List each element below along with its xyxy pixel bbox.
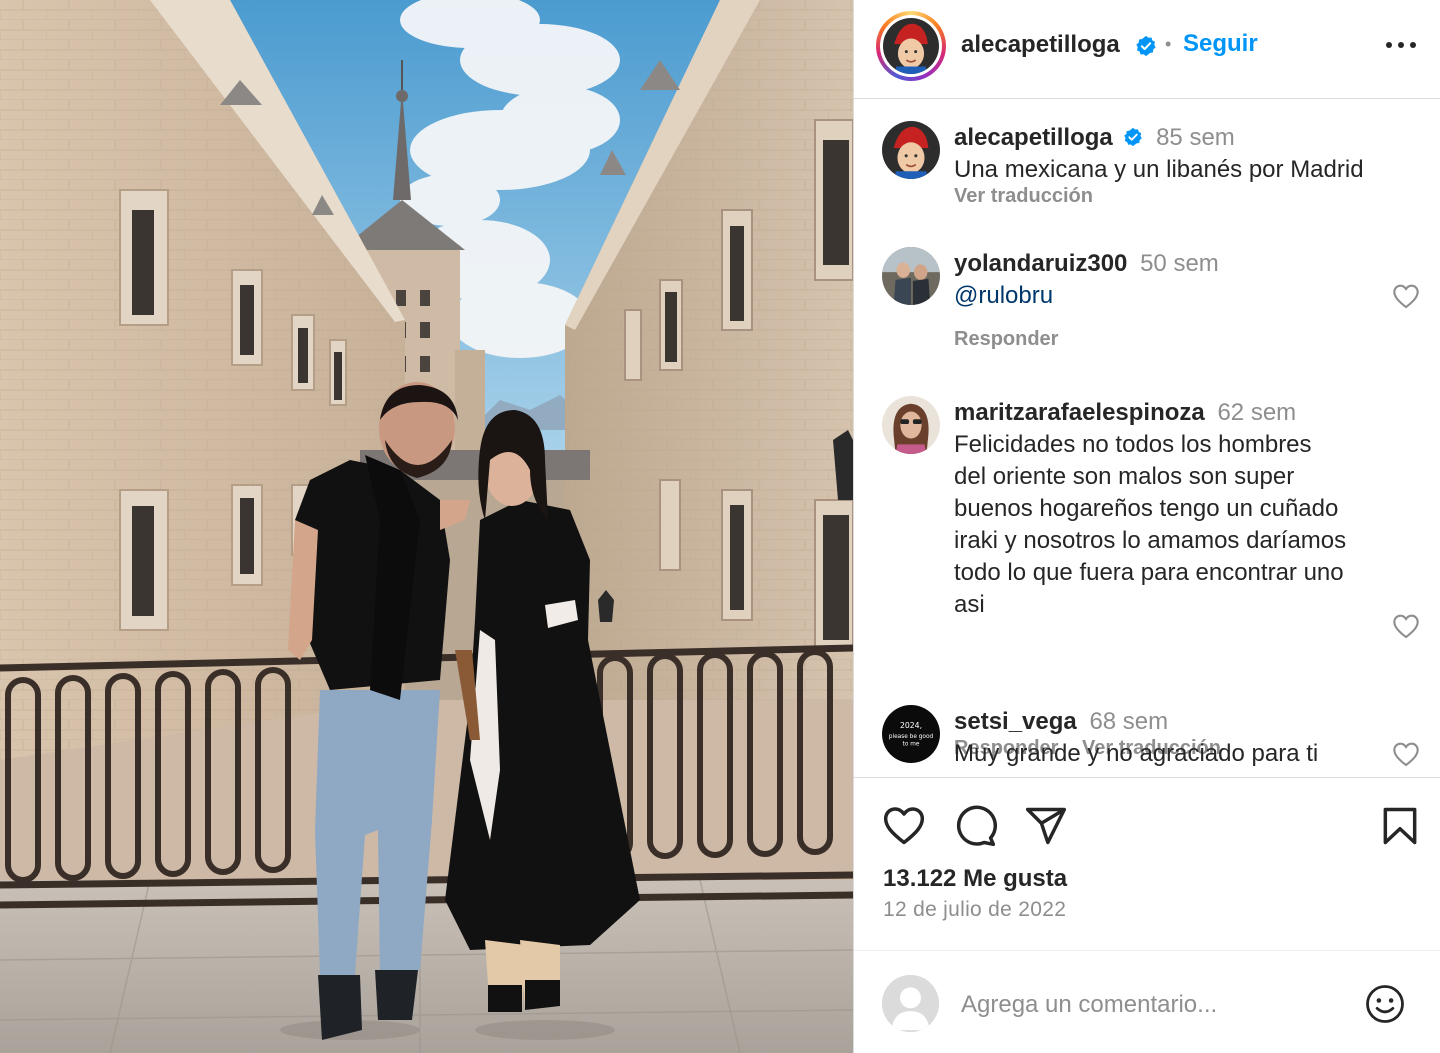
post-photo[interactable]: [0, 0, 853, 1053]
author-avatar[interactable]: [883, 18, 939, 74]
comment-text-line: del oriente son malos son super: [954, 463, 1295, 490]
follow-button[interactable]: Seguir: [1183, 30, 1258, 58]
comment-time[interactable]: 68 sem: [1089, 708, 1168, 735]
likes-count[interactable]: 13.122 Me gusta: [883, 865, 1067, 893]
post-actions: 13.122 Me gusta 12 de julio de 2022: [854, 777, 1440, 937]
comment-text-line: Felicidades no todos los hombres: [954, 431, 1312, 458]
commenter-avatar[interactable]: [882, 396, 940, 454]
verified-badge-icon: [1136, 35, 1156, 57]
comment-time[interactable]: 62 sem: [1217, 399, 1296, 426]
avatar-text: please be good: [889, 734, 934, 740]
caption-translate-link[interactable]: Ver traducción: [954, 185, 1093, 208]
bookmark-icon[interactable]: [1378, 804, 1422, 848]
caption-author-avatar[interactable]: [882, 121, 940, 179]
add-comment-bar: [854, 950, 1440, 1053]
comment-heart-icon[interactable]: [1392, 613, 1420, 639]
comment-text: Felicidades no todos los hombres del ori…: [954, 429, 1384, 621]
comment-mention[interactable]: @rulobru: [954, 280, 1384, 312]
comment-text: Muy grande y no agraciado para ti: [954, 740, 1319, 767]
smiley-icon[interactable]: [1364, 983, 1406, 1025]
caption-text: Una mexicana y un libanés por Madrid: [954, 156, 1364, 183]
reply-button[interactable]: Responder: [954, 328, 1058, 350]
comments-list[interactable]: alecapetilloga 85 sem Una mexicana y un …: [854, 100, 1440, 776]
current-user-avatar: [882, 975, 939, 1032]
author-avatar-story-ring[interactable]: [876, 11, 946, 81]
post-date[interactable]: 12 de julio de 2022: [883, 898, 1066, 922]
comment-text-line: buenos hogareños tengo un cuñado: [954, 495, 1339, 522]
verified-badge-icon: [1124, 127, 1143, 146]
comment-text-line: todo lo que fuera para encontrar uno: [954, 559, 1344, 586]
comment-time[interactable]: 50 sem: [1140, 250, 1219, 277]
comment-heart-icon[interactable]: [1392, 741, 1420, 767]
commenter-username[interactable]: maritzarafaelespinoza: [954, 399, 1205, 426]
heart-icon[interactable]: [882, 804, 926, 848]
more-horizontal-icon[interactable]: [1384, 30, 1418, 60]
post-image: [0, 0, 853, 1053]
caption-username[interactable]: alecapetilloga: [954, 124, 1113, 151]
comment-text-line: iraki y nosotros lo amamos daríamos: [954, 527, 1347, 554]
commenter-avatar[interactable]: 2024, please be good to me: [882, 705, 940, 763]
commenter-avatar[interactable]: [882, 247, 940, 305]
post-panel: alecapetilloga • Seguir alecapetilloga 8…: [853, 0, 1440, 1053]
paper-plane-icon[interactable]: [1024, 804, 1068, 848]
comment-input[interactable]: [961, 985, 1341, 1025]
comment-actions: Responder: [954, 328, 1076, 351]
author-username[interactable]: alecapetilloga: [961, 31, 1120, 59]
comment-heart-icon[interactable]: [1392, 283, 1420, 309]
avatar-text: to me: [903, 742, 920, 748]
comment-bubble-icon[interactable]: [953, 804, 997, 848]
commenter-username[interactable]: yolandaruiz300: [954, 250, 1127, 277]
commenter-username[interactable]: setsi_vega: [954, 708, 1077, 735]
caption-time[interactable]: 85 sem: [1156, 124, 1235, 151]
avatar-text: 2024,: [900, 721, 922, 730]
comment-text-line: asi: [954, 591, 985, 618]
header-separator: •: [1165, 34, 1172, 54]
post-header: alecapetilloga • Seguir: [854, 0, 1440, 99]
